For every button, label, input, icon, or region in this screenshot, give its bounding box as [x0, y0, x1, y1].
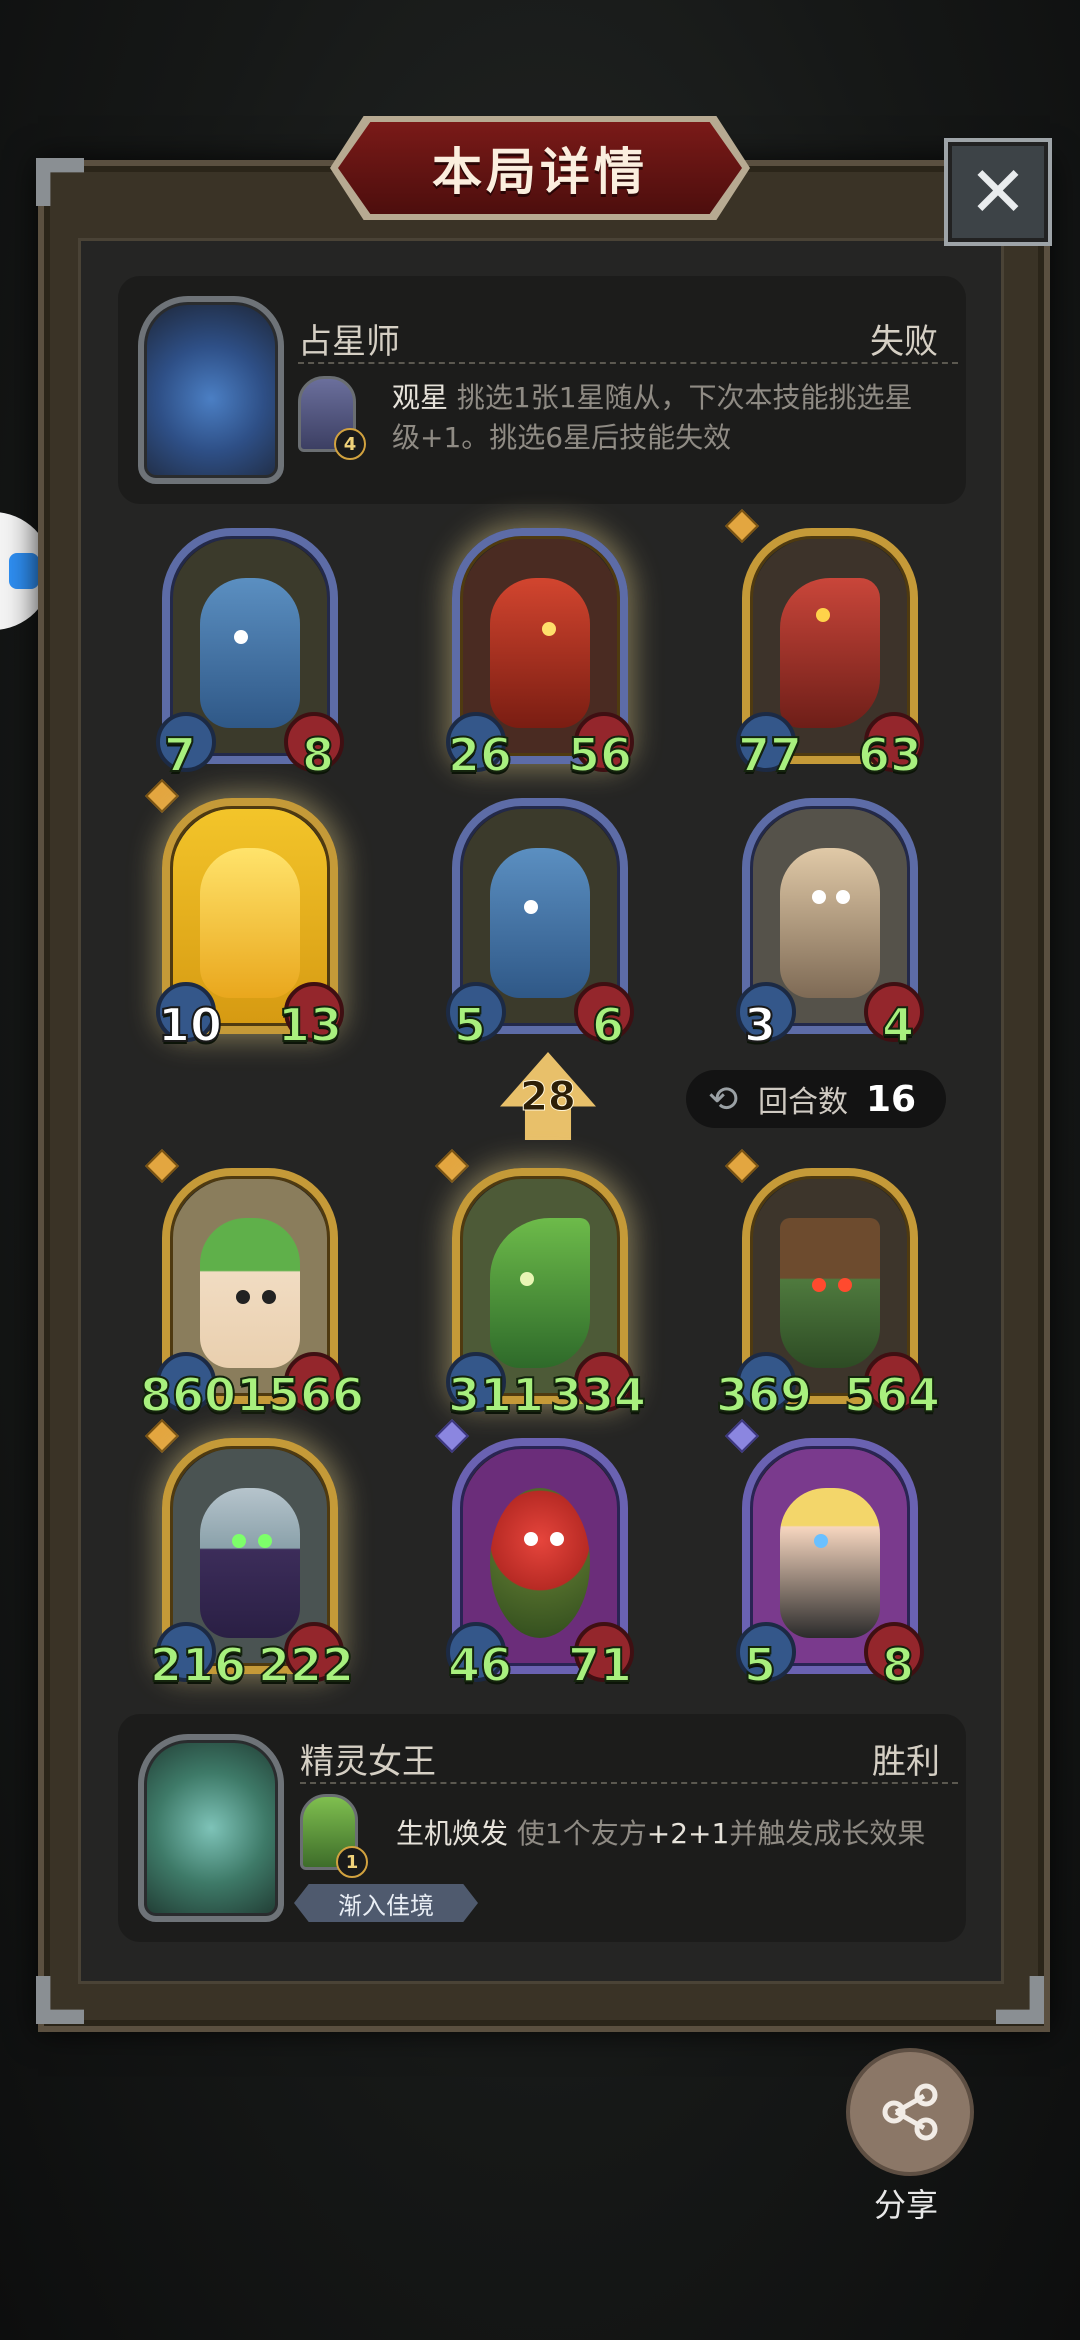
divider	[300, 1782, 958, 1784]
unit-health: 222	[257, 1638, 355, 1692]
unit-attack: 369	[715, 1368, 813, 1422]
unit-attack: 5	[743, 1638, 777, 1692]
unit-attack: 311	[447, 1368, 545, 1422]
opponent-name: 占星师	[298, 322, 400, 362]
opponent-portrait[interactable]	[138, 296, 284, 484]
player-result: 胜利	[872, 1742, 940, 1782]
refresh-icon: ⟲	[708, 1078, 739, 1120]
opponent-unit-card[interactable]: 5 6	[446, 798, 634, 1049]
opponent-unit-card[interactable]: 26 56	[446, 528, 634, 779]
player-skill-prefix: 使1个友方	[516, 1817, 647, 1850]
share-button[interactable]	[846, 2048, 974, 2176]
player-unit-card[interactable]: 311 334	[435, 1149, 647, 1419]
unit-attack: 7	[163, 728, 197, 782]
player-unit-card[interactable]: 216 222	[145, 1419, 355, 1689]
share-icon	[882, 2083, 938, 2141]
skill-level-badge: 4	[334, 428, 366, 460]
unit-attack: 216	[149, 1638, 247, 1692]
opponent-result: 失败	[870, 322, 938, 362]
player-skill-suffix: 并触发成长效果	[729, 1817, 926, 1850]
unit-attack: 26	[447, 728, 513, 782]
unit-attack: 3	[743, 998, 777, 1052]
unit-health: 334	[549, 1368, 647, 1422]
player-skill-bonus: +2+1	[646, 1817, 730, 1850]
unit-attack: 5	[453, 998, 487, 1052]
player-name: 精灵女王	[300, 1742, 436, 1782]
opponent-unit-card[interactable]: 7 8	[156, 528, 344, 779]
unit-attack: 46	[447, 1638, 513, 1692]
round-count-pill: ⟲ 回合数 16	[686, 1070, 946, 1128]
tavern-tier-value: 28	[520, 1074, 577, 1121]
unit-health: 8	[881, 1638, 915, 1692]
skill-level-badge: 1	[336, 1846, 368, 1878]
unit-health: 71	[567, 1638, 633, 1692]
player-unit-card[interactable]: 46 71	[435, 1419, 634, 1689]
unit-attack: 860	[139, 1368, 237, 1422]
player-unit-card[interactable]: 369 564	[715, 1149, 941, 1419]
close-button[interactable]: ✕	[944, 138, 1052, 246]
round-value: 16	[866, 1078, 917, 1120]
share-label: 分享	[873, 2186, 938, 2224]
page-title: 本局详情	[432, 143, 648, 201]
round-label: 回合数	[758, 1085, 848, 1120]
unit-attack: 10	[157, 998, 223, 1052]
unit-health: 63	[857, 728, 923, 782]
unit-health: 4	[881, 998, 915, 1052]
status-badge: 渐入佳境	[294, 1884, 478, 1922]
player-portrait[interactable]	[138, 1734, 284, 1922]
unit-health: 56	[567, 728, 633, 782]
player-unit-card[interactable]: 5 8	[725, 1419, 924, 1689]
player-skill-name: 生机焕发	[396, 1817, 509, 1850]
title-banner: 本局详情	[338, 122, 742, 214]
opponent-skill-name: 观星	[392, 381, 449, 414]
opponent-skill-desc: 观星 挑选1张1星随从，下次本技能挑选星 级+1。挑选6星后技能失效	[392, 378, 952, 458]
unit-health: 13	[277, 998, 343, 1052]
opponent-skill-line1: 挑选1张1星随从，下次本技能挑选星	[456, 381, 913, 414]
divider	[298, 362, 958, 364]
unit-health: 564	[843, 1368, 941, 1422]
opponent-unit-card[interactable]: 3 4	[736, 798, 924, 1049]
unit-health: 6	[591, 998, 625, 1052]
unit-health: 1566	[235, 1368, 365, 1422]
opponent-skill-line2: 级+1。挑选6星后技能失效	[392, 421, 732, 454]
close-icon: ✕	[968, 151, 1028, 233]
player-skill-desc: 生机焕发 使1个友方+2+1并触发成长效果	[396, 1814, 956, 1854]
opponent-unit-card[interactable]: 10 13	[145, 779, 344, 1049]
player-unit-card[interactable]: 860 1566	[139, 1149, 365, 1419]
bookmark-icon	[9, 553, 39, 589]
unit-attack: 77	[737, 728, 803, 782]
unit-health: 8	[301, 728, 335, 782]
opponent-unit-card[interactable]: 77 63	[725, 509, 924, 779]
